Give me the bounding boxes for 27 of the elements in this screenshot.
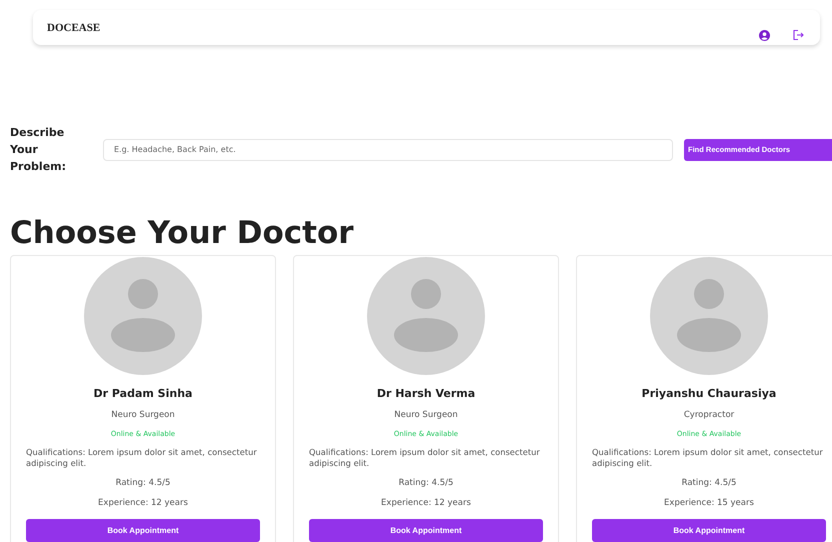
qualifications-text: Qualifications: Lorem ipsum dolor sit amet, consectetur adipiscing elit. (26, 447, 258, 469)
doctor-name: Dr Harsh Verma (376, 387, 476, 401)
doctor-specialty: Neuro Surgeon (111, 409, 175, 421)
qualifications-text: Qualifications: Lorem ipsum dolor sit amet, consectetur adipiscing elit. (309, 447, 541, 469)
avatar-icon (647, 257, 771, 375)
doctor-name: Dr Padam Sinha (94, 387, 192, 401)
problem-input[interactable]: E.g. Headache, Back Pain, etc. (103, 138, 673, 160)
section-heading: Choose Your Doctor (10, 214, 355, 253)
rating-text: Rating: 4.5/5 (116, 477, 170, 489)
brand-logo: DOCEASE (47, 21, 100, 35)
experience-text: Experience: 15 years (664, 497, 754, 509)
rating-text: Rating: 4.5/5 (682, 477, 736, 489)
avatar-icon (81, 257, 205, 375)
book-appointment-button[interactable]: Book Appointment (26, 519, 260, 542)
qualifications-text: Qualifications: Lorem ipsum dolor sit amet, consectetur adipiscing elit. (592, 447, 824, 469)
doctor-specialty: Cyropractor (684, 409, 734, 421)
book-appointment-button[interactable]: Book Appointment (592, 519, 826, 542)
rating-text: Rating: 4.5/5 (398, 477, 454, 489)
user-icon[interactable] (759, 30, 770, 41)
doctor-specialty: Neuro Surgeon (394, 409, 458, 421)
doctor-name: Priyanshu Chaurasiya (642, 387, 776, 401)
search-label: Describe Your Problem: (10, 125, 68, 175)
experience-text: Experience: 12 years (98, 497, 188, 509)
book-appointment-button[interactable]: Book Appointment (309, 519, 543, 542)
experience-text: Experience: 12 years (381, 497, 471, 509)
logout-icon[interactable] (792, 29, 804, 41)
avatar-icon (364, 257, 488, 375)
